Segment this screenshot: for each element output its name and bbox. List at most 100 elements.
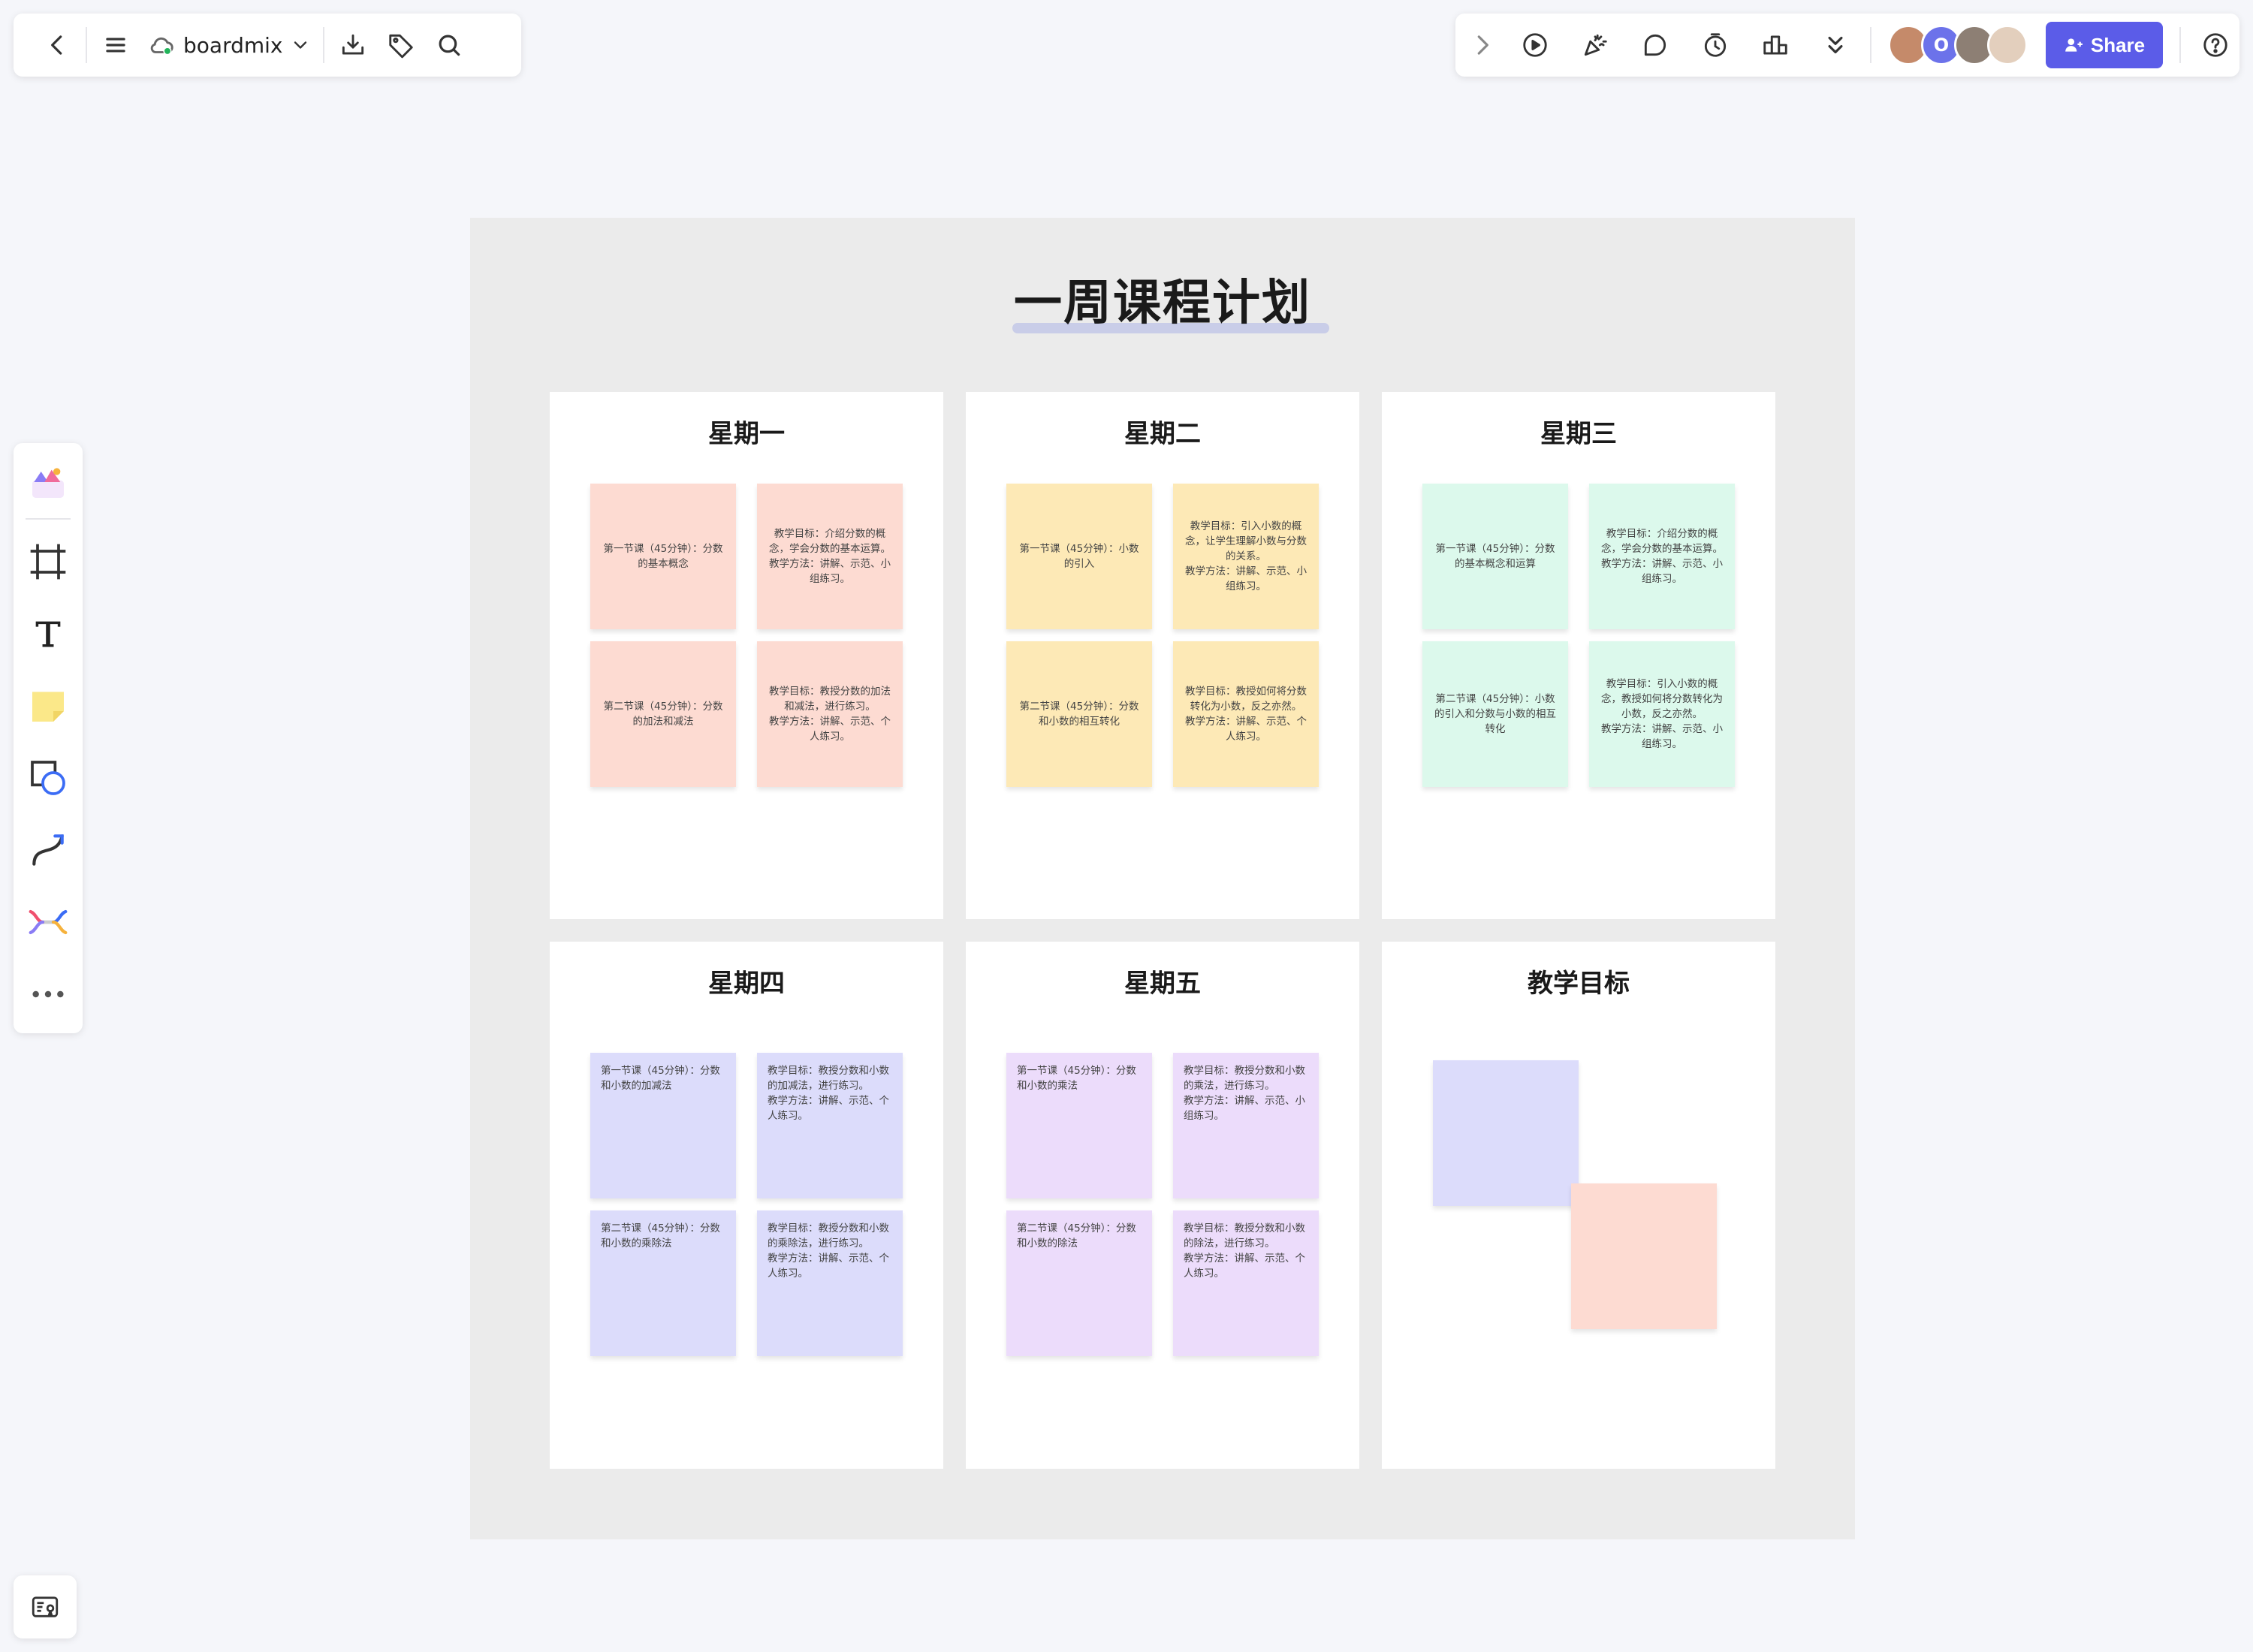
collaborator-avatars[interactable]: O bbox=[1888, 25, 2028, 65]
vote-button[interactable] bbox=[1751, 21, 1799, 69]
hamburger-menu-icon bbox=[106, 38, 125, 53]
note-text: 教学目标：介绍分数的概念，学会分数的基本运算。 bbox=[769, 528, 891, 555]
sticky-note[interactable]: 第一节课（45分钟）：分数的基本概念和运算 bbox=[1422, 484, 1568, 629]
sticky-note[interactable]: 教学目标：介绍分数的概念，学会分数的基本运算。 教学方法：讲解、示范、小组练习。 bbox=[757, 484, 903, 629]
toolbar-divider bbox=[323, 27, 325, 63]
sticky-note[interactable]: 第一节课（45分钟）：分数和小数的加减法 bbox=[590, 1053, 736, 1198]
note-text: 第一节课（45分钟）：分数的基本概念 bbox=[603, 543, 723, 570]
goals-card[interactable]: 教学目标 bbox=[1382, 942, 1775, 1469]
day-card-thursday[interactable]: 星期四 第一节课（45分钟）：分数和小数的加减法 教学目标：教授分数和小数的加减… bbox=[550, 942, 943, 1469]
sticky-note[interactable]: 第一节课（45分钟）：分数和小数的乘法 bbox=[1006, 1053, 1152, 1198]
minimap-icon bbox=[32, 1596, 59, 1617]
day-card-friday[interactable]: 星期五 第一节课（45分钟）：分数和小数的乘法 教学目标：教授分数和小数的乘法，… bbox=[966, 942, 1359, 1469]
day-title[interactable]: 星期三 bbox=[1382, 413, 1775, 450]
timer-button[interactable] bbox=[1691, 21, 1739, 69]
text-tool[interactable] bbox=[24, 610, 72, 658]
empty-sticky-note[interactable] bbox=[1433, 1060, 1579, 1206]
more-tools-button[interactable] bbox=[24, 970, 72, 1018]
frame-icon bbox=[30, 544, 66, 580]
tag-button[interactable] bbox=[377, 21, 425, 69]
connector-line-icon bbox=[32, 834, 64, 866]
day-title[interactable]: 星期五 bbox=[966, 963, 1359, 999]
note-text: 第一节课（45分钟）：分数的基本概念和运算 bbox=[1435, 543, 1555, 570]
cloud-sync-icon bbox=[150, 37, 173, 56]
play-icon bbox=[1523, 33, 1547, 57]
chevron-left-icon bbox=[51, 35, 62, 55]
document-name-dropdown[interactable]: boardmix bbox=[140, 21, 318, 69]
day-title[interactable]: 星期四 bbox=[550, 963, 943, 999]
minimap-toggle-button[interactable] bbox=[14, 1575, 77, 1638]
note-text: 第一节课（45分钟）：分数和小数的加减法 bbox=[601, 1065, 720, 1092]
avatar[interactable] bbox=[1987, 25, 2028, 65]
expand-toolbar-button[interactable] bbox=[1463, 21, 1502, 69]
note-text: 教学目标：介绍分数的概念，学会分数的基本运算。 bbox=[1601, 528, 1723, 555]
download-button[interactable] bbox=[329, 21, 377, 69]
note-text: 教学方法：讲解、示范、小组练习。 bbox=[1601, 723, 1723, 750]
comment-button[interactable] bbox=[1631, 21, 1679, 69]
note-text: 第一节课（45分钟）：分数和小数的乘法 bbox=[1017, 1065, 1136, 1092]
day-title[interactable]: 星期一 bbox=[550, 413, 943, 450]
note-text: 教学目标：引入小数的概念，教授如何将分数转化为小数，反之亦然。 bbox=[1601, 678, 1723, 720]
top-left-toolbar: boardmix bbox=[14, 14, 521, 77]
day-title[interactable]: 星期二 bbox=[966, 413, 1359, 450]
comment-icon bbox=[1644, 34, 1666, 56]
course-plan-frame[interactable]: 一周课程计划 星期一 第一节课（45分钟）：分数的基本概念 教学目标：介绍分数的… bbox=[470, 218, 1855, 1539]
party-popper-icon bbox=[1584, 34, 1607, 56]
chevron-down-icon bbox=[294, 41, 307, 49]
toolbar-divider bbox=[1870, 27, 1871, 63]
sticky-note[interactable]: 教学目标：教授分数和小数的除法，进行练习。 教学方法：讲解、示范、个人练习。 bbox=[1173, 1210, 1319, 1356]
add-user-icon bbox=[2065, 38, 2083, 52]
goals-title[interactable]: 教学目标 bbox=[1382, 963, 1775, 999]
celebrate-button[interactable] bbox=[1571, 21, 1619, 69]
empty-sticky-note[interactable] bbox=[1571, 1183, 1717, 1329]
toolbar-divider bbox=[2179, 27, 2181, 63]
more-dots-icon bbox=[32, 990, 64, 998]
note-text: 教学目标：引入小数的概念，让学生理解小数与分数的关系。 bbox=[1185, 520, 1307, 562]
sticky-note[interactable]: 教学目标：教授分数和小数的加减法，进行练习。 教学方法：讲解、示范、个人练习。 bbox=[757, 1053, 903, 1198]
sticky-note[interactable]: 第一节课（45分钟）：小数的引入 bbox=[1006, 484, 1152, 629]
sticky-note[interactable]: 教学目标：引入小数的概念，教授如何将分数转化为小数，反之亦然。 教学方法：讲解、… bbox=[1589, 641, 1735, 787]
share-button[interactable]: Share bbox=[2046, 22, 2163, 68]
menu-button[interactable] bbox=[92, 21, 140, 69]
help-button[interactable] bbox=[2191, 21, 2239, 69]
connector-tool[interactable] bbox=[24, 826, 72, 874]
sticky-note[interactable]: 教学目标：介绍分数的概念，学会分数的基本运算。 教学方法：讲解、示范、小组练习。 bbox=[1589, 484, 1735, 629]
shape-tool[interactable] bbox=[24, 754, 72, 802]
note-text: 教学方法：讲解、示范、小组练习。 bbox=[1185, 565, 1307, 592]
note-text: 教学目标：教授如何将分数转化为小数，反之亦然。 bbox=[1185, 686, 1307, 713]
sticky-note[interactable]: 教学目标：引入小数的概念，让学生理解小数与分数的关系。 教学方法：讲解、示范、小… bbox=[1173, 484, 1319, 629]
note-text: 教学方法：讲解、示范、个人练习。 bbox=[768, 1253, 889, 1280]
sticky-note[interactable]: 教学目标：教授如何将分数转化为小数，反之亦然。 教学方法：讲解、示范、个人练习。 bbox=[1173, 641, 1319, 787]
sticky-note[interactable]: 教学目标：教授分数和小数的乘除法，进行练习。 教学方法：讲解、示范、个人练习。 bbox=[757, 1210, 903, 1356]
sticky-note[interactable]: 教学目标：教授分数和小数的乘法，进行练习。 教学方法：讲解、示范、小组练习。 bbox=[1173, 1053, 1319, 1198]
sticky-note[interactable]: 教学目标：教授分数的加法和减法，进行练习。 教学方法：讲解、示范、个人练习。 bbox=[757, 641, 903, 787]
mind-map-tool[interactable] bbox=[24, 898, 72, 946]
note-text: 第二节课（45分钟）：分数和小数的除法 bbox=[1017, 1222, 1136, 1250]
tag-icon bbox=[389, 34, 414, 59]
board-title[interactable]: 一周课程计划 bbox=[470, 264, 1855, 333]
sticky-note-tool[interactable] bbox=[24, 682, 72, 730]
note-text: 教学方法：讲解、示范、个人练习。 bbox=[768, 1095, 889, 1122]
note-text: 教学目标：教授分数和小数的加减法，进行练习。 bbox=[768, 1065, 889, 1092]
sticky-note[interactable]: 第二节课（45分钟）：分数的加法和减法 bbox=[590, 641, 736, 787]
present-button[interactable] bbox=[1511, 21, 1559, 69]
sticky-note[interactable]: 第二节课（45分钟）：小数的引入和分数与小数的相互转化 bbox=[1422, 641, 1568, 787]
search-button[interactable] bbox=[425, 21, 473, 69]
day-card-tuesday[interactable]: 星期二 第一节课（45分钟）：小数的引入 教学目标：引入小数的概念，让学生理解小… bbox=[966, 392, 1359, 919]
more-tools-button[interactable] bbox=[1811, 21, 1859, 69]
back-button[interactable] bbox=[33, 21, 81, 69]
note-text: 教学方法：讲解、示范、小组练习。 bbox=[769, 558, 891, 585]
day-card-monday[interactable]: 星期一 第一节课（45分钟）：分数的基本概念 教学目标：介绍分数的概念，学会分数… bbox=[550, 392, 943, 919]
day-card-wednesday[interactable]: 星期三 第一节课（45分钟）：分数的基本概念和运算 教学目标：介绍分数的概念，学… bbox=[1382, 392, 1775, 919]
sticky-note[interactable]: 第二节课（45分钟）：分数和小数的乘除法 bbox=[590, 1210, 736, 1356]
note-text: 第二节课（45分钟）：分数和小数的相互转化 bbox=[1019, 701, 1139, 728]
templates-tool[interactable] bbox=[24, 458, 72, 506]
sticky-note[interactable]: 第一节课（45分钟）：分数的基本概念 bbox=[590, 484, 736, 629]
note-text: 教学方法：讲解、示范、个人练习。 bbox=[1185, 716, 1307, 743]
sticky-note[interactable]: 第二节课（45分钟）：分数和小数的除法 bbox=[1006, 1210, 1152, 1356]
frame-tool[interactable] bbox=[24, 538, 72, 586]
sticky-note[interactable]: 第二节课（45分钟）：分数和小数的相互转化 bbox=[1006, 641, 1152, 787]
top-right-toolbar: O Share bbox=[1455, 14, 2239, 77]
templates-icon bbox=[32, 468, 64, 498]
mind-map-icon bbox=[29, 909, 68, 935]
